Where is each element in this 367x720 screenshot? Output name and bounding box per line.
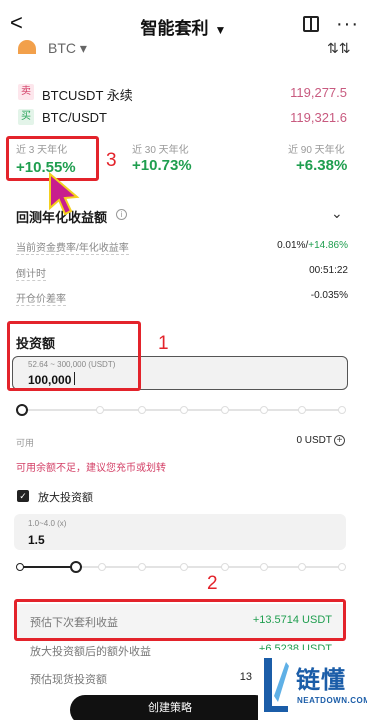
info-icon[interactable]: i bbox=[116, 209, 127, 220]
funding-rate-label: 当前资金费率/年化收益率 bbox=[16, 239, 129, 255]
coin-selector[interactable]: BTC ▾ bbox=[48, 40, 87, 57]
slider-step-dot[interactable] bbox=[338, 563, 346, 571]
available-value: 0 USDT bbox=[296, 435, 332, 446]
caret-down-icon: ▼ bbox=[214, 23, 227, 37]
apy-90d-value: +6.38% bbox=[296, 157, 348, 174]
slider-step-dot[interactable] bbox=[338, 406, 346, 414]
countdown-label: 倒计时 bbox=[16, 265, 46, 281]
slider-step-dot[interactable] bbox=[298, 563, 306, 571]
slider-step-dot[interactable] bbox=[138, 406, 146, 414]
chevron-down-icon: ▾ bbox=[79, 40, 87, 56]
annotation-box-estimate bbox=[14, 599, 346, 641]
swap-icon[interactable]: ⇅⇅ bbox=[327, 40, 350, 57]
funding-rate-text: 0.01%/ bbox=[277, 240, 309, 251]
available-label: 可用 bbox=[16, 438, 35, 448]
annotation-box-investment bbox=[7, 321, 141, 391]
leverage-value[interactable]: 1.5 bbox=[28, 533, 45, 547]
leverage-checkbox[interactable]: ✓ bbox=[17, 490, 29, 502]
estimate-spot-value: 13 bbox=[239, 671, 252, 683]
slider-step-dot[interactable] bbox=[298, 406, 306, 414]
pointer-cursor-icon bbox=[49, 171, 80, 216]
funding-apy-text: +14.86% bbox=[308, 240, 348, 251]
slider-step-dot[interactable] bbox=[260, 406, 268, 414]
watermark-text: 链懂 bbox=[296, 666, 346, 694]
slider-step-dot[interactable] bbox=[221, 406, 229, 414]
spread-label: 开仓价差率 bbox=[16, 290, 66, 306]
btc-coin-icon bbox=[18, 40, 36, 54]
estimate-spot-label: 预估现货投资额 bbox=[30, 674, 107, 686]
apy-30d-value: +10.73% bbox=[132, 157, 192, 174]
leverage-slider-fill bbox=[20, 566, 76, 568]
pair-price-perp: 119,277.5 bbox=[290, 85, 347, 100]
slider-step-dot[interactable] bbox=[98, 563, 106, 571]
funding-rate-value: 0.01%/+14.86% bbox=[228, 240, 348, 251]
coin-name: BTC bbox=[48, 40, 76, 56]
apy-30d-label: 近 30 天年化 bbox=[132, 145, 189, 156]
slider-step-dot[interactable] bbox=[16, 563, 24, 571]
sell-tag: 卖 bbox=[18, 84, 34, 100]
more-icon[interactable]: ··· bbox=[336, 13, 359, 36]
annotation-number-3: 3 bbox=[106, 150, 117, 171]
slider-step-dot[interactable] bbox=[221, 563, 229, 571]
add-funds-icon[interactable]: + bbox=[334, 435, 345, 446]
annotation-number-2: 2 bbox=[207, 573, 218, 594]
investment-slider-knob[interactable] bbox=[16, 404, 28, 416]
chevron-down-icon[interactable]: ⌄ bbox=[331, 205, 343, 222]
countdown-value: 00:51:22 bbox=[309, 265, 348, 276]
leverage-slider-knob[interactable] bbox=[70, 561, 82, 573]
buy-tag: 买 bbox=[18, 109, 34, 125]
slider-step-dot[interactable] bbox=[180, 406, 188, 414]
spread-value: -0.035% bbox=[310, 290, 348, 301]
pair-name-perp: BTCUSDT 永续 bbox=[42, 88, 133, 103]
book-icon[interactable] bbox=[303, 16, 319, 32]
slider-step-dot[interactable] bbox=[180, 563, 188, 571]
leverage-label: 放大投资额 bbox=[38, 492, 93, 504]
pair-name-spot: BTC/USDT bbox=[42, 110, 107, 125]
page-title-text: 智能套利 bbox=[140, 19, 209, 38]
estimate-extra-label: 放大投资额后的额外收益 bbox=[30, 646, 151, 658]
watermark-domain: NEATDOWN.COM bbox=[297, 696, 367, 705]
slider-step-dot[interactable] bbox=[96, 406, 104, 414]
apy-90d-label: 近 90 天年化 bbox=[288, 145, 345, 156]
annotation-number-1: 1 bbox=[158, 333, 169, 354]
create-strategy-button[interactable]: 创建策略 bbox=[70, 695, 270, 720]
watermark-logo bbox=[264, 658, 289, 712]
leverage-hint: 1.0~4.0 (x) bbox=[28, 519, 67, 528]
slider-step-dot[interactable] bbox=[138, 563, 146, 571]
pair-price-spot: 119,321.6 bbox=[290, 110, 347, 125]
slider-step-dot[interactable] bbox=[260, 563, 268, 571]
insufficient-balance-warning[interactable]: 可用余额不足，建议您充币或划转 bbox=[16, 459, 166, 474]
